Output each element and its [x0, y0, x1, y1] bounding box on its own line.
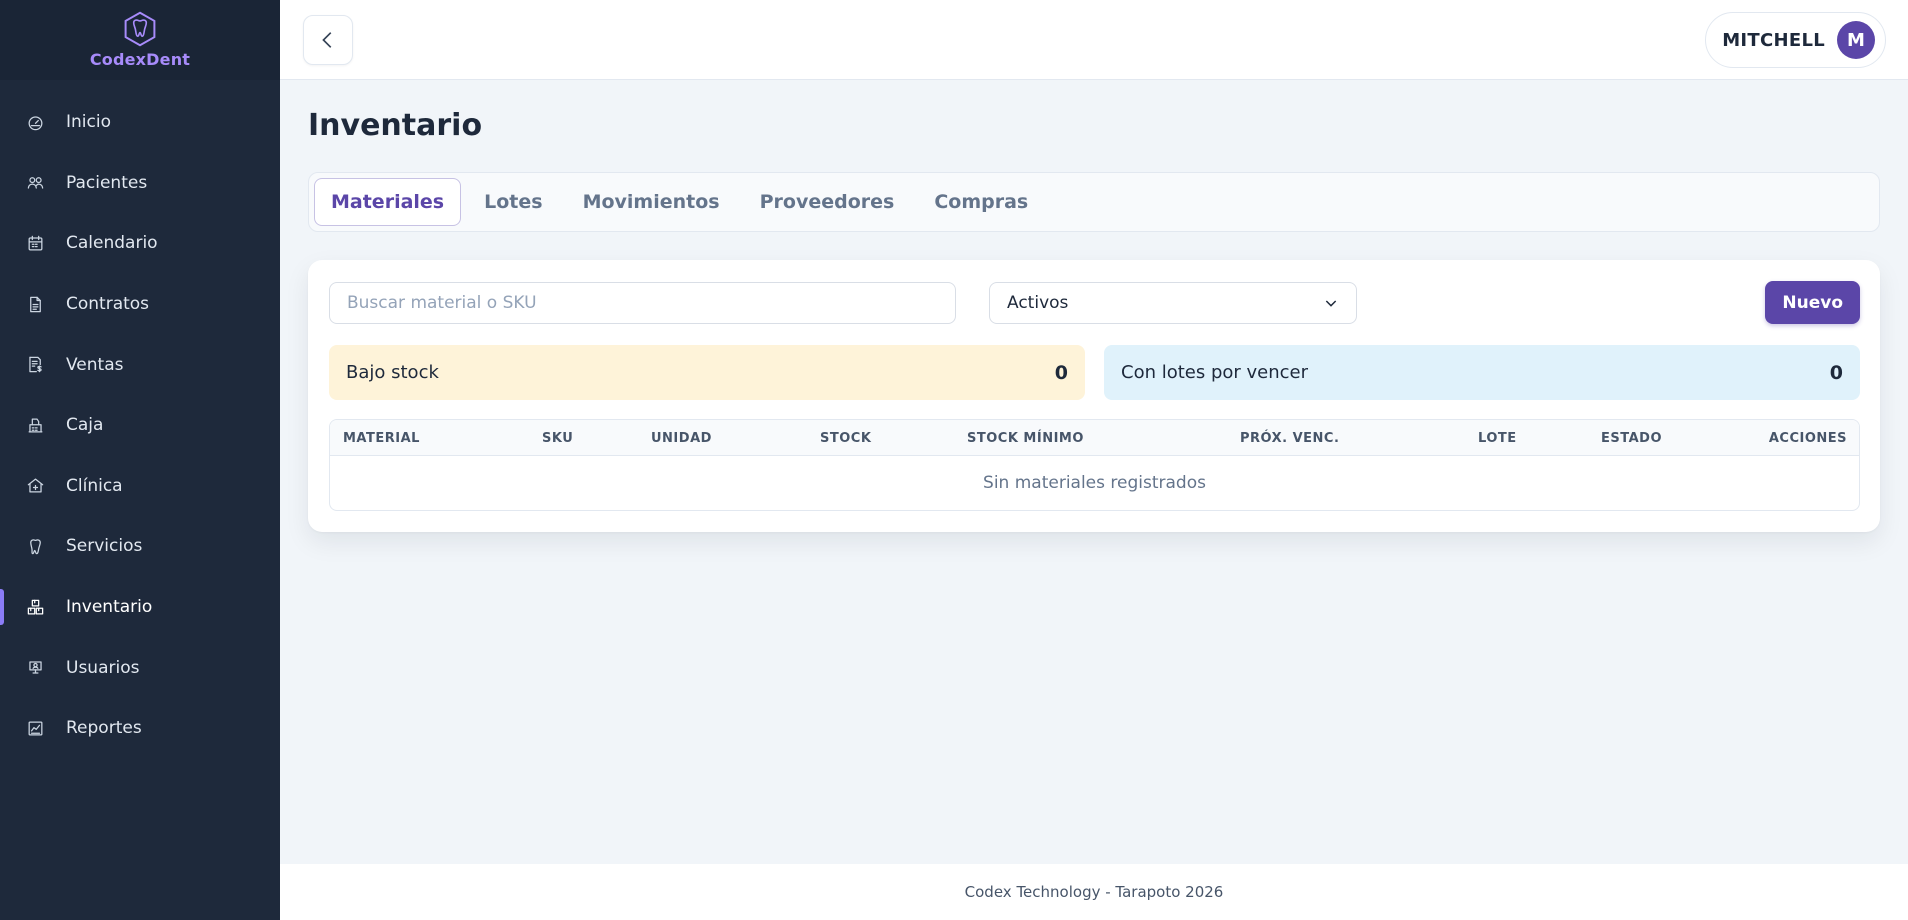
footer: Codex Technology - Tarapoto 2026	[280, 864, 1908, 920]
sidebar-item-ventas[interactable]: Ventas	[0, 334, 280, 395]
table-header: MATERIAL SKU UNIDAD STOCK STOCK MÍNIMO P…	[330, 420, 1859, 456]
user-badge-icon	[24, 657, 46, 679]
sidebar: CodexDent Inicio Pacientes Calendario Co…	[0, 0, 280, 920]
footer-text: Codex Technology - Tarapoto 2026	[964, 883, 1224, 901]
avatar: M	[1837, 21, 1875, 59]
receipt-icon	[24, 354, 46, 376]
clinic-icon	[24, 475, 46, 497]
dashboard-icon	[24, 111, 46, 133]
column-header-stock-minimo[interactable]: STOCK MÍNIMO	[967, 420, 1084, 456]
sidebar-item-inventario[interactable]: Inventario	[0, 577, 280, 638]
chart-icon	[24, 717, 46, 739]
low-stock-value: 0	[1054, 361, 1068, 384]
tab-movimientos[interactable]: Movimientos	[566, 178, 737, 226]
sidebar-item-label: Contratos	[66, 294, 150, 315]
sidebar-nav: Inicio Pacientes Calendario Contratos Ve…	[0, 80, 280, 759]
sidebar-item-clinica[interactable]: Clínica	[0, 456, 280, 517]
column-header-material[interactable]: MATERIAL	[343, 420, 420, 456]
expiring-lots-stat[interactable]: Con lotes por vencer 0	[1104, 345, 1860, 400]
sidebar-item-label: Inventario	[66, 597, 153, 618]
sidebar-item-label: Caja	[66, 415, 104, 436]
users-icon	[24, 172, 46, 194]
column-header-stock[interactable]: STOCK	[820, 420, 871, 456]
chevron-left-icon	[322, 32, 332, 48]
sidebar-item-label: Usuarios	[66, 657, 140, 678]
cash-register-icon	[24, 414, 46, 436]
status-select-value: Activos	[1007, 293, 1069, 313]
topbar: MITCHELL M	[280, 0, 1908, 80]
sidebar-item-label: Clínica	[66, 475, 123, 496]
sidebar-item-label: Inicio	[66, 112, 111, 133]
sidebar-item-label: Ventas	[66, 354, 124, 375]
calendar-icon	[24, 232, 46, 254]
tab-materiales[interactable]: Materiales	[314, 178, 462, 226]
sidebar-item-label: Reportes	[66, 718, 142, 739]
tab-compras[interactable]: Compras	[917, 178, 1045, 226]
column-header-acciones: ACCIONES	[1768, 430, 1847, 446]
new-material-button[interactable]: Nuevo	[1765, 281, 1860, 324]
sidebar-item-label: Calendario	[66, 233, 158, 254]
tab-lotes[interactable]: Lotes	[467, 178, 559, 226]
materials-card: Activos Nuevo Bajo stock 0 Con lotes por…	[308, 260, 1880, 532]
tooth-icon	[24, 535, 46, 557]
column-header-lote[interactable]: LOTE	[1478, 420, 1517, 456]
brand-name: CodexDent	[89, 50, 191, 69]
tab-proveedores[interactable]: Proveedores	[743, 178, 912, 226]
sidebar-item-pacientes[interactable]: Pacientes	[0, 153, 280, 214]
page-title: Inventario	[308, 108, 483, 143]
sidebar-item-reportes[interactable]: Reportes	[0, 698, 280, 759]
sidebar-item-contratos[interactable]: Contratos	[0, 274, 280, 335]
boxes-icon	[24, 596, 46, 618]
user-name: MITCHELL	[1722, 29, 1825, 51]
sidebar-item-servicios[interactable]: Servicios	[0, 516, 280, 577]
brand[interactable]: CodexDent	[0, 0, 280, 80]
user-menu[interactable]: MITCHELL M	[1705, 12, 1886, 68]
sidebar-item-caja[interactable]: Caja	[0, 395, 280, 456]
tooth-logo-icon	[124, 11, 156, 47]
expiring-lots-label: Con lotes por vencer	[1121, 362, 1309, 383]
chevron-down-icon	[1325, 300, 1337, 307]
back-button[interactable]	[303, 15, 353, 65]
sidebar-item-inicio[interactable]: Inicio	[0, 92, 280, 153]
search-input[interactable]	[329, 282, 956, 324]
low-stock-label: Bajo stock	[346, 362, 439, 383]
column-header-prox-venc[interactable]: PRÓX. VENC.	[1240, 420, 1339, 456]
sidebar-item-usuarios[interactable]: Usuarios	[0, 637, 280, 698]
tab-bar: Materiales Lotes Movimientos Proveedores…	[308, 172, 1880, 232]
sidebar-item-label: Servicios	[66, 536, 143, 557]
document-icon	[24, 293, 46, 315]
sidebar-item-label: Pacientes	[66, 172, 148, 193]
column-header-sku[interactable]: SKU	[542, 420, 573, 456]
table-empty-message: Sin materiales registrados	[983, 473, 1206, 493]
materials-table: MATERIAL SKU UNIDAD STOCK STOCK MÍNIMO P…	[329, 419, 1860, 511]
status-select[interactable]: Activos	[989, 282, 1357, 324]
expiring-lots-value: 0	[1829, 361, 1843, 384]
sidebar-item-calendario[interactable]: Calendario	[0, 213, 280, 274]
column-header-estado[interactable]: ESTADO	[1601, 420, 1662, 456]
column-header-unidad[interactable]: UNIDAD	[651, 420, 712, 456]
low-stock-stat[interactable]: Bajo stock 0	[329, 345, 1085, 400]
